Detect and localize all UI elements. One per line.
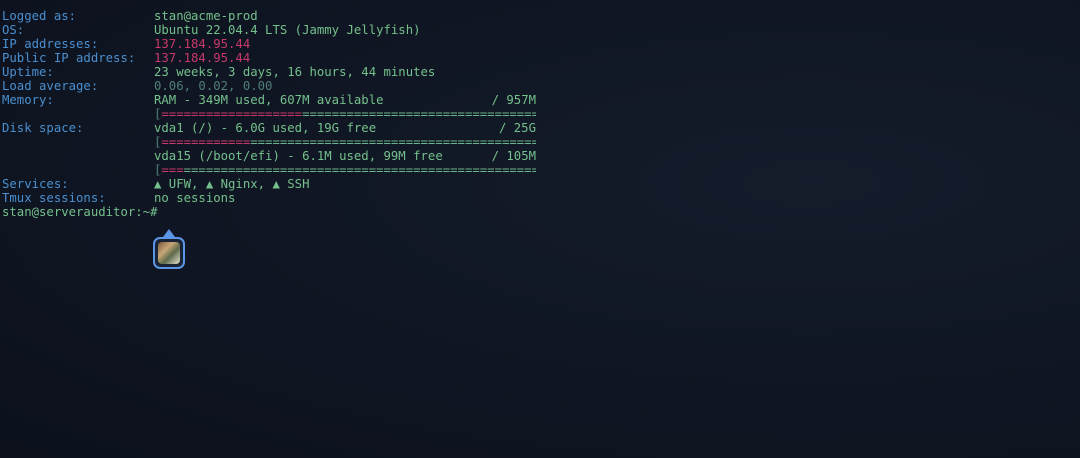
shell-prompt: stan@serverauditor:~# [2, 205, 158, 219]
memory-text: RAM - 349M used, 607M available [154, 93, 384, 107]
os-value: Ubuntu 22.04.4 LTS (Jammy Jellyfish) [154, 23, 421, 37]
disk-vda1-row: Disk space: vda1 (/) - 6.0G used, 19G fr… [2, 121, 1072, 135]
disk-vda1-total: / 25G [498, 121, 536, 135]
services-label: Services: [2, 177, 69, 191]
uptime-value: 23 weeks, 3 days, 16 hours, 44 minutes [154, 65, 436, 79]
caret-up-icon [163, 229, 175, 237]
terminal-cursor[interactable] [157, 205, 164, 217]
disk-vda15-row: vda15 (/boot/efi) - 6.1M used, 99M free … [2, 149, 1072, 163]
memory-label: Memory: [2, 93, 54, 107]
memory-usage-bar: [=======================================… [154, 107, 536, 121]
disk-vda15-text: vda15 (/boot/efi) - 6.1M used, 99M free [154, 149, 443, 163]
disk-vda1-usage-bar: [=======================================… [154, 135, 536, 149]
disk-vda15-usage-bar: [=======================================… [154, 163, 536, 177]
disk-vda1-text: vda1 (/) - 6.0G used, 19G free [154, 121, 377, 135]
logged-as-value: stan@acme-prod [154, 9, 258, 23]
load-average-value: 0.06, 0.02, 0.00 [154, 79, 273, 93]
disk-vda15-total: / 105M [491, 149, 536, 163]
disk-space-label: Disk space: [2, 121, 84, 135]
tmux-row: Tmux sessions: no sessions [2, 191, 1072, 205]
ip-addresses-value: 137.184.95.44 [154, 37, 251, 51]
memory-row: Memory: RAM - 349M used, 607M available … [2, 93, 1072, 107]
os-label: OS: [2, 23, 25, 37]
memory-total: / 957M [491, 93, 536, 107]
os-row: OS: Ubuntu 22.04.4 LTS (Jammy Jellyfish) [2, 23, 1072, 37]
load-average-label: Load average: [2, 79, 99, 93]
uptime-row: Uptime: 23 weeks, 3 days, 16 hours, 44 m… [2, 65, 1072, 79]
memory-bar-row: [=======================================… [2, 107, 1072, 121]
terminal-output[interactable]: Logged as: stan@acme-prod OS: Ubuntu 22.… [2, 9, 1072, 219]
public-ip-label: Public IP address: [2, 51, 136, 65]
collaborator-cursor[interactable] [153, 229, 185, 269]
uptime-label: Uptime: [2, 65, 54, 79]
memory-summary: RAM - 349M used, 607M available / 957M [154, 93, 536, 107]
disk-vda15-bar-row: [=======================================… [2, 163, 1072, 177]
public-ip-row: Public IP address: 137.184.95.44 [2, 51, 1072, 65]
user-avatar-icon[interactable] [153, 237, 185, 269]
tmux-label: Tmux sessions: [2, 191, 106, 205]
tmux-value: no sessions [154, 191, 236, 205]
disk-vda15-summary: vda15 (/boot/efi) - 6.1M used, 99M free … [154, 149, 536, 163]
ip-addresses-row: IP addresses: 137.184.95.44 [2, 37, 1072, 51]
prompt-row[interactable]: stan@serverauditor:~# [2, 205, 1072, 219]
services-value: ▲ UFW, ▲ Nginx, ▲ SSH [154, 177, 310, 191]
logged-as-label: Logged as: [2, 9, 77, 23]
disk-vda1-bar-row: [=======================================… [2, 135, 1072, 149]
logged-as-row: Logged as: stan@acme-prod [2, 9, 1072, 23]
avatar-photo [158, 242, 180, 264]
ip-addresses-label: IP addresses: [2, 37, 99, 51]
public-ip-value: 137.184.95.44 [154, 51, 251, 65]
services-row: Services: ▲ UFW, ▲ Nginx, ▲ SSH [2, 177, 1072, 191]
disk-vda1-summary: vda1 (/) - 6.0G used, 19G free / 25G [154, 121, 536, 135]
load-average-row: Load average: 0.06, 0.02, 0.00 [2, 79, 1072, 93]
